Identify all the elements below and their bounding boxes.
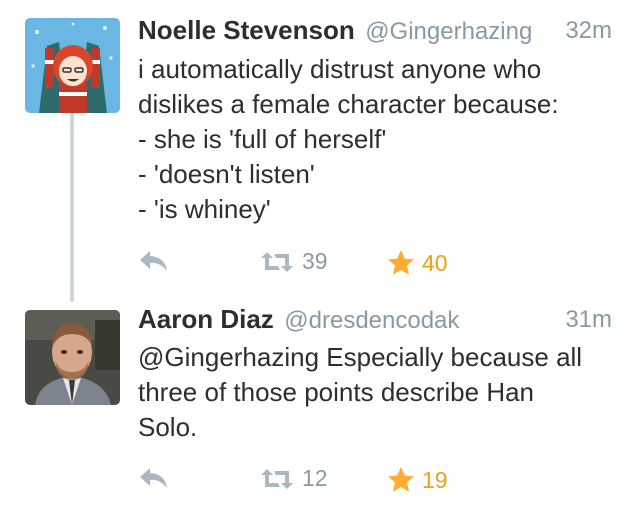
tweet: Aaron Diaz @dresdencodak 31m @Gingerhazi… xyxy=(0,300,640,511)
retweet-button[interactable]: 12 xyxy=(258,465,328,492)
reply-icon xyxy=(138,465,170,491)
author-name[interactable]: Aaron Diaz xyxy=(138,304,274,334)
tweet-actions: 39 40 xyxy=(138,248,640,282)
author-name[interactable]: Noelle Stevenson xyxy=(138,15,355,45)
retweet-count: 12 xyxy=(302,465,328,491)
favorite-button[interactable]: 19 xyxy=(386,465,448,495)
retweet-button[interactable]: 39 xyxy=(258,248,328,275)
tweet: Noelle Stevenson @Gingerhazing 32m i aut… xyxy=(0,0,640,300)
tweet-text-line: three of those points describe Han xyxy=(138,377,535,407)
timestamp[interactable]: 32m xyxy=(565,17,612,45)
reply-button[interactable] xyxy=(138,248,170,274)
tweet-text-line: Solo. xyxy=(138,412,198,442)
avatar[interactable] xyxy=(25,310,120,405)
tweet-text-line: i automatically distrust anyone who xyxy=(138,54,542,84)
retweet-icon xyxy=(258,250,296,274)
tweet-text-line: - she is 'full of herself' xyxy=(138,124,387,154)
tweet-text-line: - 'is whiney' xyxy=(138,194,271,224)
star-icon xyxy=(386,248,416,278)
avatar[interactable] xyxy=(25,18,120,113)
retweet-count: 39 xyxy=(302,248,328,274)
reply-button[interactable] xyxy=(138,465,170,491)
tweet-actions: 12 19 xyxy=(138,465,640,499)
favorite-count: 19 xyxy=(422,466,448,493)
favorite-count: 40 xyxy=(422,249,448,276)
author-handle[interactable]: @dresdencodak xyxy=(284,307,459,334)
tweet-text: @Gingerhazing Especially because all thr… xyxy=(138,340,622,445)
star-icon xyxy=(386,465,416,495)
timestamp[interactable]: 31m xyxy=(565,306,612,334)
tweet-text-line: dislikes a female character because: xyxy=(138,89,559,119)
reply-icon xyxy=(138,248,170,274)
tweet-header: Noelle Stevenson @Gingerhazing 32m xyxy=(138,15,612,51)
favorite-button[interactable]: 40 xyxy=(386,248,448,278)
tweet-header: Aaron Diaz @dresdencodak 31m xyxy=(138,304,612,340)
author-handle[interactable]: @Gingerhazing xyxy=(365,18,532,45)
retweet-icon xyxy=(258,467,296,491)
tweet-text-line: @Gingerhazing Especially because all xyxy=(138,342,583,372)
tweet-text: i automatically distrust anyone who disl… xyxy=(138,52,622,227)
tweet-text-line: - 'doesn't listen' xyxy=(138,159,315,189)
